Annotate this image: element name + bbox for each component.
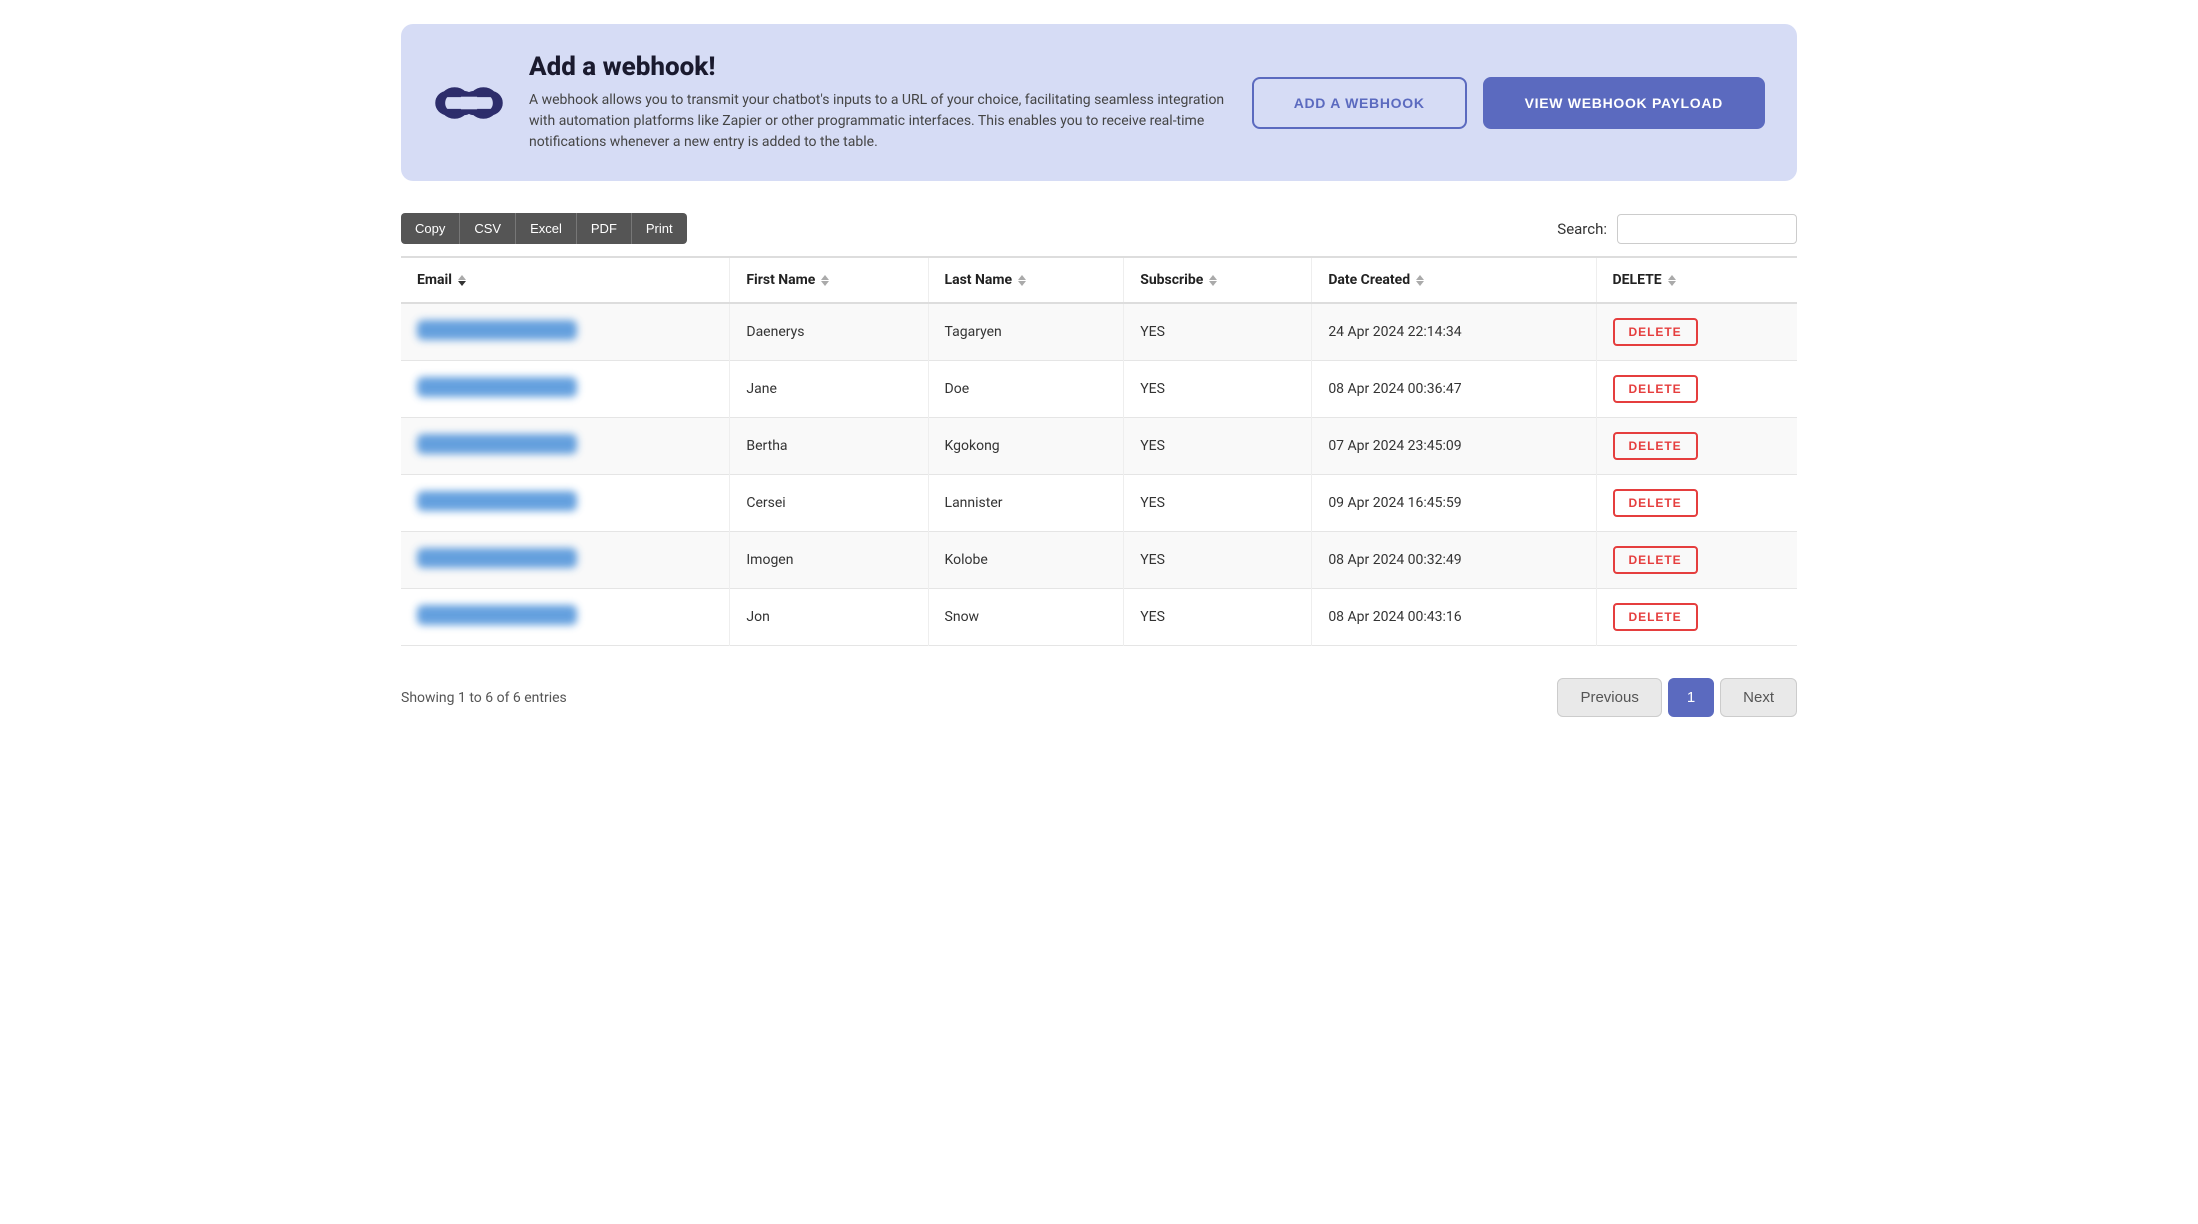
first-name-cell: Bertha	[730, 418, 928, 475]
subscribe-cell: YES	[1124, 303, 1312, 361]
col-first-name-label: First Name	[746, 272, 815, 288]
pdf-button[interactable]: PDF	[577, 213, 632, 244]
col-last-name-label: Last Name	[945, 272, 1013, 288]
delete-button[interactable]: DELETE	[1613, 489, 1698, 517]
delete-cell: DELETE	[1596, 361, 1797, 418]
subscribe-cell: YES	[1124, 532, 1312, 589]
col-delete[interactable]: DELETE	[1596, 257, 1797, 303]
date-created-cell: 07 Apr 2024 23:45:09	[1312, 418, 1596, 475]
csv-button[interactable]: CSV	[460, 213, 516, 244]
copy-button[interactable]: Copy	[401, 213, 460, 244]
toolbar: Copy CSV Excel PDF Print Search:	[401, 213, 1797, 244]
last-name-cell: Kgokong	[928, 418, 1124, 475]
email-value-blurred	[417, 548, 577, 568]
email-value-blurred	[417, 320, 577, 340]
delete-button[interactable]: DELETE	[1613, 318, 1698, 346]
email-value-blurred	[417, 491, 577, 511]
subscribe-cell: YES	[1124, 475, 1312, 532]
page-container: Add a webhook! A webhook allows you to t…	[369, 0, 1829, 749]
subscribe-cell: YES	[1124, 418, 1312, 475]
col-date-created[interactable]: Date Created	[1312, 257, 1596, 303]
sort-subscribe-icon	[1209, 275, 1217, 286]
delete-cell: DELETE	[1596, 418, 1797, 475]
first-name-cell: Jane	[730, 361, 928, 418]
delete-button[interactable]: DELETE	[1613, 546, 1698, 574]
banner-title: Add a webhook!	[529, 52, 1228, 82]
col-subscribe[interactable]: Subscribe	[1124, 257, 1312, 303]
email-cell	[401, 475, 730, 532]
col-email[interactable]: Email	[401, 257, 730, 303]
sort-last-name-icon	[1018, 275, 1026, 286]
first-name-cell: Jon	[730, 589, 928, 646]
email-value-blurred	[417, 377, 577, 397]
previous-button[interactable]: Previous	[1557, 678, 1661, 717]
sort-email-icon	[458, 275, 466, 286]
email-cell	[401, 361, 730, 418]
last-name-cell: Snow	[928, 589, 1124, 646]
table-row: ImogenKolobeYES08 Apr 2024 00:32:49 DELET…	[401, 532, 1797, 589]
last-name-cell: Lannister	[928, 475, 1124, 532]
table-header-row: Email First Name	[401, 257, 1797, 303]
email-cell	[401, 589, 730, 646]
page-1-button[interactable]: 1	[1668, 678, 1714, 717]
table-row: DaenerysTagaryenYES24 Apr 2024 22:14:34 D…	[401, 303, 1797, 361]
col-last-name[interactable]: Last Name	[928, 257, 1124, 303]
email-value-blurred	[417, 434, 577, 454]
first-name-cell: Imogen	[730, 532, 928, 589]
col-date-created-label: Date Created	[1328, 272, 1410, 288]
col-email-label: Email	[417, 272, 452, 288]
email-value-blurred	[417, 605, 577, 625]
last-name-cell: Tagaryen	[928, 303, 1124, 361]
banner-description: A webhook allows you to transmit your ch…	[529, 90, 1228, 153]
date-created-cell: 09 Apr 2024 16:45:59	[1312, 475, 1596, 532]
date-created-cell: 08 Apr 2024 00:32:49	[1312, 532, 1596, 589]
email-cell	[401, 303, 730, 361]
webhook-buttons: ADD A WEBHOOK VIEW WEBHOOK PAYLOAD	[1252, 77, 1765, 129]
next-button[interactable]: Next	[1720, 678, 1797, 717]
col-first-name[interactable]: First Name	[730, 257, 928, 303]
date-created-cell: 24 Apr 2024 22:14:34	[1312, 303, 1596, 361]
date-created-cell: 08 Apr 2024 00:36:47	[1312, 361, 1596, 418]
sort-date-icon	[1416, 275, 1424, 286]
table-row: JaneDoeYES08 Apr 2024 00:36:47 DELETE	[401, 361, 1797, 418]
search-input[interactable]	[1617, 214, 1797, 244]
col-subscribe-label: Subscribe	[1140, 272, 1203, 288]
add-webhook-button[interactable]: ADD A WEBHOOK	[1252, 77, 1467, 129]
webhook-icon	[433, 67, 505, 139]
col-delete-label: DELETE	[1613, 272, 1662, 288]
search-label: Search:	[1557, 220, 1607, 238]
subscribe-cell: YES	[1124, 361, 1312, 418]
delete-cell: DELETE	[1596, 303, 1797, 361]
first-name-cell: Cersei	[730, 475, 928, 532]
delete-button[interactable]: DELETE	[1613, 432, 1698, 460]
showing-label: Showing 1 to 6 of 6 entries	[401, 690, 567, 706]
pagination: Previous 1 Next	[1557, 678, 1797, 717]
table-row: CerseiLannisterYES09 Apr 2024 16:45:59 DE…	[401, 475, 1797, 532]
webhook-banner: Add a webhook! A webhook allows you to t…	[401, 24, 1797, 181]
webhook-text: Add a webhook! A webhook allows you to t…	[529, 52, 1228, 153]
data-table: Email First Name	[401, 256, 1797, 646]
excel-button[interactable]: Excel	[516, 213, 577, 244]
sort-first-name-icon	[821, 275, 829, 286]
delete-cell: DELETE	[1596, 589, 1797, 646]
table-footer: Showing 1 to 6 of 6 entries Previous 1 N…	[401, 670, 1797, 725]
table-row: BerthaKgokongYES07 Apr 2024 23:45:09 DELE…	[401, 418, 1797, 475]
last-name-cell: Doe	[928, 361, 1124, 418]
subscribe-cell: YES	[1124, 589, 1312, 646]
sort-delete-icon	[1668, 275, 1676, 286]
email-cell	[401, 418, 730, 475]
delete-cell: DELETE	[1596, 532, 1797, 589]
view-payload-button[interactable]: VIEW WEBHOOK PAYLOAD	[1483, 77, 1765, 129]
first-name-cell: Daenerys	[730, 303, 928, 361]
export-buttons: Copy CSV Excel PDF Print	[401, 213, 687, 244]
table-row: JonSnowYES08 Apr 2024 00:43:16 DELETE	[401, 589, 1797, 646]
delete-button[interactable]: DELETE	[1613, 603, 1698, 631]
search-area: Search:	[1557, 214, 1797, 244]
print-button[interactable]: Print	[632, 213, 687, 244]
email-cell	[401, 532, 730, 589]
delete-button[interactable]: DELETE	[1613, 375, 1698, 403]
delete-cell: DELETE	[1596, 475, 1797, 532]
date-created-cell: 08 Apr 2024 00:43:16	[1312, 589, 1596, 646]
last-name-cell: Kolobe	[928, 532, 1124, 589]
